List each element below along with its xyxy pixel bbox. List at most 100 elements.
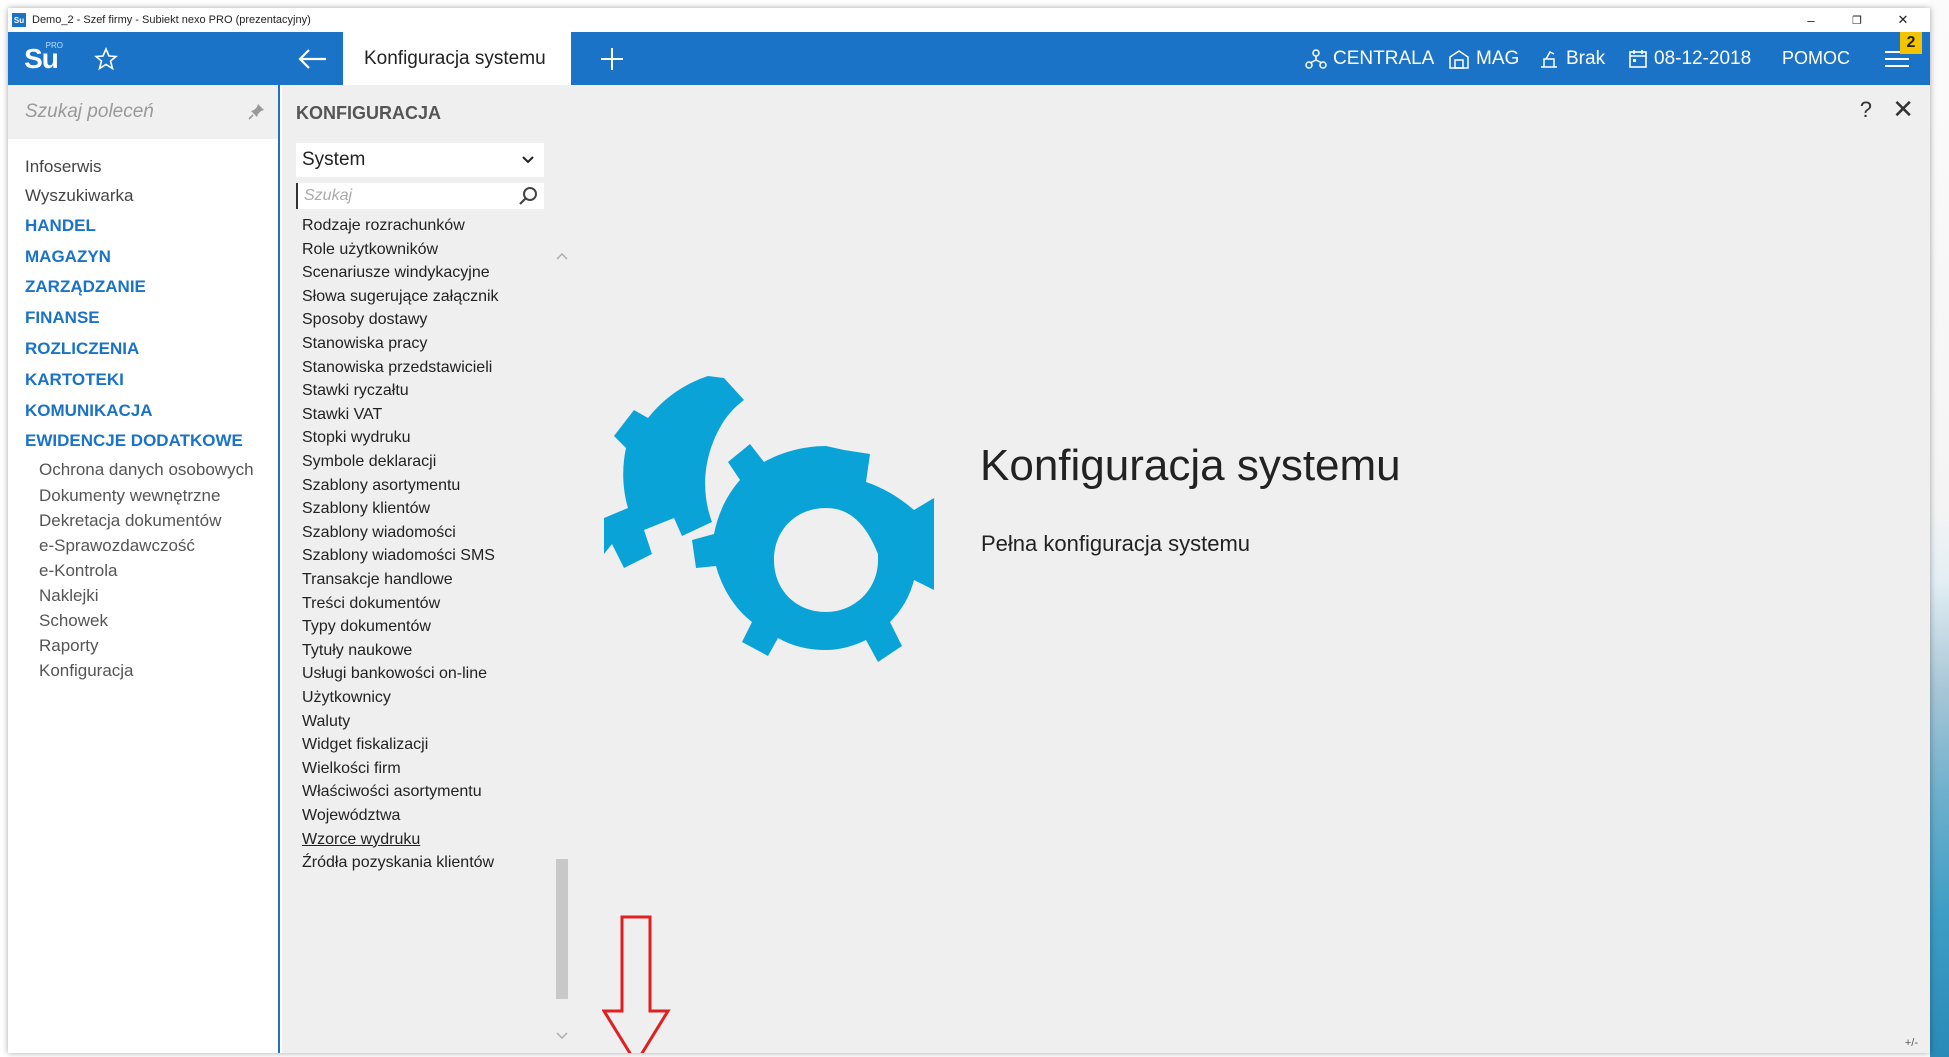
config-list-item[interactable]: Transakcje handlowe	[302, 571, 453, 589]
warehouse-icon	[1449, 49, 1469, 69]
sidebar-subitem[interactable]: Dekretacja dokumentów	[39, 511, 221, 531]
company-label: CENTRALA	[1333, 47, 1435, 69]
config-list-item[interactable]: Szablony wiadomości	[302, 524, 456, 542]
page-title: KONFIGURACJA	[296, 102, 442, 123]
config-list-item[interactable]: Stawki VAT	[302, 406, 382, 424]
pin-icon[interactable]	[248, 102, 266, 120]
sidebar-subitem[interactable]: Raporty	[39, 636, 99, 656]
config-list-item[interactable]: Stanowiska pracy	[302, 335, 427, 353]
chevron-up-icon	[556, 253, 568, 260]
help-button[interactable]: ?	[1860, 97, 1872, 123]
close-panel-button[interactable]: ✕	[1892, 94, 1914, 125]
restore-button[interactable]: ❐	[1834, 8, 1880, 32]
config-list-item[interactable]: Źródła pozyskania klientów	[302, 854, 494, 872]
config-list-item[interactable]: Słowa sugerujące załącznik	[302, 288, 499, 306]
help-menu[interactable]: POMOC	[1782, 32, 1850, 85]
sidebar-item-infoserwis[interactable]: Infoserwis	[25, 157, 102, 177]
workstation-selector[interactable]: Brak	[1538, 32, 1605, 85]
sidebar-item-wyszukiwarka[interactable]: Wyszukiwarka	[25, 186, 133, 206]
config-list-item[interactable]: Treści dokumentów	[302, 595, 440, 613]
date-selector[interactable]: 08-12-2018	[1628, 32, 1751, 85]
sidebar-subitem[interactable]: e-Kontrola	[39, 561, 117, 581]
gears-icon	[604, 376, 934, 662]
calendar-icon	[1629, 49, 1647, 68]
sidebar-item-kartoteki[interactable]: KARTOTEKI	[25, 370, 124, 390]
tab-konfiguracja-systemu[interactable]: Konfiguracja systemu	[343, 32, 571, 85]
back-button[interactable]	[288, 32, 338, 85]
scroll-up-button[interactable]	[554, 249, 570, 263]
scrollbar-thumb[interactable]	[556, 859, 568, 999]
config-list-item[interactable]: Usługi bankowości on-line	[302, 665, 487, 683]
config-list-item[interactable]: Widget fiskalizacji	[302, 736, 428, 754]
minimize-button[interactable]: –	[1788, 8, 1834, 32]
config-list-item[interactable]: Użytkownicy	[302, 689, 391, 707]
config-list-item[interactable]: Szablony wiadomości SMS	[302, 547, 495, 565]
plus-icon	[601, 47, 623, 70]
desktop-background	[1930, 0, 1949, 1057]
config-list-item[interactable]: Waluty	[302, 713, 350, 731]
company-selector[interactable]: CENTRALA	[1305, 32, 1434, 85]
annotation-arrow-icon	[602, 915, 671, 1053]
config-list-item[interactable]: Role użytkowników	[302, 241, 438, 259]
config-list-item[interactable]: Szablony asortymentu	[302, 477, 460, 495]
config-list-item[interactable]: Wzorce wydruku	[302, 831, 420, 849]
new-tab-button[interactable]	[588, 32, 636, 85]
detail-pane: Konfiguracja systemu Pełna konfiguracja …	[570, 141, 1930, 1053]
command-search-input[interactable]: Szukaj poleceń	[8, 85, 278, 139]
scroll-down-button[interactable]	[554, 1029, 570, 1043]
category-dropdown-value: System	[302, 149, 366, 170]
chevron-down-icon	[556, 1032, 568, 1039]
sidebar-item-magazyn[interactable]: MAGAZYN	[25, 247, 111, 267]
config-list-item[interactable]: Województwa	[302, 807, 400, 825]
config-list-item[interactable]: Sposoby dostawy	[302, 311, 427, 329]
sidebar-subitem-konfiguracja[interactable]: Konfiguracja	[39, 661, 134, 681]
hero-subtitle: Pełna konfiguracja systemu	[981, 531, 1251, 556]
sidebar-subitem[interactable]: Schowek	[39, 611, 108, 631]
warehouse-selector[interactable]: MAG	[1448, 32, 1519, 85]
category-dropdown[interactable]: System	[296, 143, 544, 177]
sidebar-subitem[interactable]: Ochrona danych osobowych	[39, 460, 254, 480]
top-navigation-bar: Su PRO Konfiguracja systemu CENTRALA MAG…	[8, 32, 1930, 85]
config-list-item[interactable]: Scenariusze windykacyjne	[302, 264, 490, 282]
sidebar-item-finanse[interactable]: FINANSE	[25, 308, 100, 328]
favorites-button[interactable]	[74, 32, 138, 85]
window-title: Demo_2 - Szef firmy - Subiekt nexo PRO (…	[32, 14, 311, 26]
config-list-item[interactable]: Symbole deklaracji	[302, 453, 436, 471]
sidebar-subitem[interactable]: Naklejki	[39, 586, 99, 606]
config-list-item[interactable]: Właściwości asortymentu	[302, 783, 482, 801]
config-list-item[interactable]: Szablony klientów	[302, 500, 430, 518]
list-search-input[interactable]: Szukaj	[296, 183, 544, 209]
sidebar-item-komunikacja[interactable]: KOMUNIKACJA	[25, 401, 153, 421]
sidebar-item-ewidencje-dodatkowe[interactable]: EWIDENCJE DODATKOWE	[25, 431, 243, 451]
config-list-item[interactable]: Stopki wydruku	[302, 429, 411, 447]
config-list-panel: System Szukaj Rodzaje rozrachunków Role u…	[282, 141, 568, 1053]
sidebar-item-rozliczenia[interactable]: ROZLICZENIA	[25, 339, 139, 359]
close-window-button[interactable]: ✕	[1880, 8, 1926, 32]
sidebar: Szukaj poleceń Infoserwis Wyszukiwarka H…	[8, 85, 280, 1053]
workstation-label: Brak	[1566, 47, 1606, 69]
config-list-item[interactable]: Stawki ryczałtu	[302, 382, 409, 400]
help-menu-label: POMOC	[1782, 48, 1851, 68]
hero-title: Konfiguracja systemu	[980, 441, 1401, 490]
sidebar-item-zarzadzanie[interactable]: ZARZĄDZANIE	[25, 277, 146, 297]
title-bar: Su Demo_2 - Szef firmy - Subiekt nexo PR…	[8, 8, 1930, 32]
sidebar-subitem[interactable]: e-Sprawozdawczość	[39, 536, 195, 556]
network-icon	[1305, 48, 1327, 69]
notification-badge[interactable]: 2	[1900, 32, 1922, 54]
config-list-item[interactable]: Wielkości firm	[302, 760, 401, 778]
chevron-down-icon	[522, 156, 534, 164]
star-icon	[94, 46, 118, 70]
search-icon[interactable]	[518, 186, 538, 206]
config-list-item[interactable]: Stanowiska przedstawicieli	[302, 359, 492, 377]
arrow-left-icon	[298, 48, 326, 69]
config-list-item[interactable]: Rodzaje rozrachunków	[302, 217, 465, 235]
zoom-hint: +/-	[1904, 1037, 1918, 1049]
warehouse-label: MAG	[1476, 47, 1520, 69]
config-list-item[interactable]: Tytuły naukowe	[302, 642, 412, 660]
logo-sup: PRO	[45, 41, 63, 50]
app-logo[interactable]: Su PRO	[8, 32, 74, 85]
sidebar-item-handel[interactable]: HANDEL	[25, 216, 96, 236]
user-desk-icon	[1541, 50, 1557, 68]
sidebar-subitem[interactable]: Dokumenty wewnętrzne	[39, 486, 220, 506]
config-list-item[interactable]: Typy dokumentów	[302, 618, 431, 636]
